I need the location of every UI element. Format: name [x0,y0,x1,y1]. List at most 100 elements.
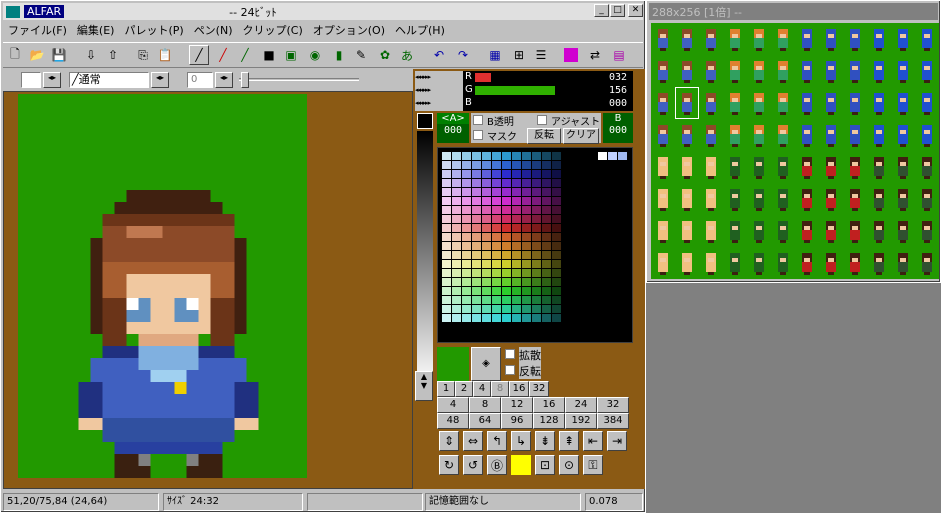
flip-checkbox[interactable] [505,365,515,375]
ellipse-icon[interactable]: ◉ [305,45,325,65]
brush-slider-thumb[interactable] [241,72,249,88]
brush-slider[interactable] [239,78,359,81]
option-icon[interactable]: ▤ [609,45,629,65]
sprite-sheet[interactable] [651,23,939,279]
line2-icon[interactable]: ╱ [235,45,255,65]
shrink-v-icon[interactable]: ⇟ [535,431,555,451]
b-transparent-checkbox[interactable] [473,115,483,125]
size2-btn-16[interactable]: 16 [533,397,565,413]
size2-btn-24[interactable]: 24 [565,397,597,413]
size-btn-8[interactable]: 8 [491,381,509,397]
open-icon[interactable]: 📂 [27,45,47,65]
size2-btn-32[interactable]: 32 [597,397,629,413]
line-icon[interactable]: ╱ [213,45,233,65]
brush-size-box[interactable] [21,72,41,88]
export-icon[interactable]: ⇧ [103,45,123,65]
yellow-color-icon[interactable] [511,455,531,475]
g-bar[interactable] [475,86,555,95]
brush-mode-box[interactable]: ╱通常 [69,72,149,88]
palette-icon[interactable]: ☰ [531,45,551,65]
stamp-icon[interactable]: ✿ [375,45,395,65]
shrink-h-icon[interactable]: ⇤ [583,431,603,451]
menu-help[interactable]: ヘルプ(H) [390,22,450,38]
current-color-swatch[interactable] [417,113,433,129]
new-file-icon[interactable]: 🗋 [5,45,25,65]
rotate-left-icon[interactable]: ↰ [487,431,507,451]
zoom-icon[interactable]: ⊞ [509,45,529,65]
size3-btn-96[interactable]: 96 [501,413,533,429]
import-icon[interactable]: ⇩ [81,45,101,65]
save-icon[interactable]: 💾 [49,45,69,65]
grid-icon[interactable]: ▦ [485,45,505,65]
fill-rect-icon[interactable]: ▣ [281,45,301,65]
spray-icon[interactable]: ✎ [351,45,371,65]
swap-icon[interactable]: ⇄ [585,45,605,65]
clear-button[interactable]: クリア [563,128,599,144]
menu-option[interactable]: オプション(O) [308,22,390,38]
brush-mode-spin[interactable]: ◂▸ [151,72,169,88]
rgb-arrows[interactable]: ◂◂◂▸▸▸ ◂◂◂▸▸▸ ◂◂◂▸▸▸ [415,71,463,111]
sprite-canvas[interactable] [18,94,307,478]
rotate-right-icon[interactable]: ↳ [511,431,531,451]
size3-btn-192[interactable]: 192 [565,413,597,429]
expand-h-icon[interactable]: ⇥ [607,431,627,451]
size3-btn-384[interactable]: 384 [597,413,629,429]
sheet-sprite [922,189,932,211]
minimize-button[interactable]: _ [594,4,609,17]
rotate-cw-icon[interactable]: ↻ [439,455,459,475]
flip-vertical-icon[interactable]: ⇕ [439,431,459,451]
size3-btn-128[interactable]: 128 [533,413,565,429]
undo-icon[interactable]: ↶ [429,45,449,65]
sheet-titlebar[interactable]: 288x256 [1倍] -- [649,3,938,20]
brush-size-spin[interactable]: ◂▸ [43,72,61,88]
spread-checkbox[interactable] [505,349,515,359]
strip-scroll[interactable]: ▲ ▼ [415,371,433,401]
pen-icon[interactable]: ╱ [189,45,209,65]
expand-v-icon[interactable]: ⇞ [559,431,579,451]
alpha-box[interactable]: <A> 000 [437,113,469,143]
paste-icon[interactable]: 📋 [155,45,175,65]
size-btn-2[interactable]: 2 [455,381,473,397]
close-button[interactable]: ✕ [628,4,643,17]
size-btn-16[interactable]: 16 [509,381,529,397]
size2-btn-8[interactable]: 8 [469,397,501,413]
menu-pen[interactable]: ペン(N) [189,22,238,38]
invert-button[interactable]: 反転 [527,128,561,144]
b-swap-icon[interactable]: Ⓑ [487,455,507,475]
adjust-checkbox[interactable] [537,115,547,125]
size2-btn-4[interactable]: 4 [437,397,469,413]
size3-btn-64[interactable]: 64 [469,413,501,429]
menu-edit[interactable]: 編集(E) [72,22,120,38]
menu-clip[interactable]: クリップ(C) [238,22,308,38]
main-titlebar[interactable]: ALFAR -- 24ﾋﾞｯﾄ [3,3,643,20]
mask-checkbox[interactable] [473,130,483,140]
color-icon[interactable] [561,45,581,65]
crop-icon[interactable]: ⊡ [535,455,555,475]
rect-icon[interactable]: ■ [259,45,279,65]
fill-icon[interactable]: ▮ [329,45,349,65]
brush-value-box[interactable]: 0 [187,72,213,88]
size-btn-32[interactable]: 32 [529,381,549,397]
lock-icon[interactable]: ⚿ [583,455,603,475]
size-btn-1[interactable]: 1 [437,381,455,397]
r-bar[interactable] [475,73,491,82]
menu-file[interactable]: ファイル(F) [3,22,72,38]
text-icon[interactable]: あ [397,45,417,65]
size2-btn-12[interactable]: 12 [501,397,533,413]
b-box[interactable]: B 000 [603,113,633,143]
palette-grid[interactable] [437,147,633,343]
palette-swatch [462,224,471,232]
redo-icon[interactable]: ↷ [453,45,473,65]
rotate-ccw-icon[interactable]: ↺ [463,455,483,475]
direction-pad[interactable]: ◈ [471,347,501,381]
maximize-button[interactable]: □ [610,4,625,17]
brush-value-spin[interactable]: ◂▸ [215,72,233,88]
menu-palette[interactable]: パレット(P) [119,22,188,38]
copy-icon[interactable]: ⎘ [133,45,153,65]
flip-horizontal-icon[interactable]: ⇔ [463,431,483,451]
palette-swatch [472,170,481,178]
size-btn-4[interactable]: 4 [473,381,491,397]
select-icon[interactable]: ⊙ [559,455,579,475]
size3-btn-48[interactable]: 48 [437,413,469,429]
grayscale-strip[interactable] [417,131,433,386]
